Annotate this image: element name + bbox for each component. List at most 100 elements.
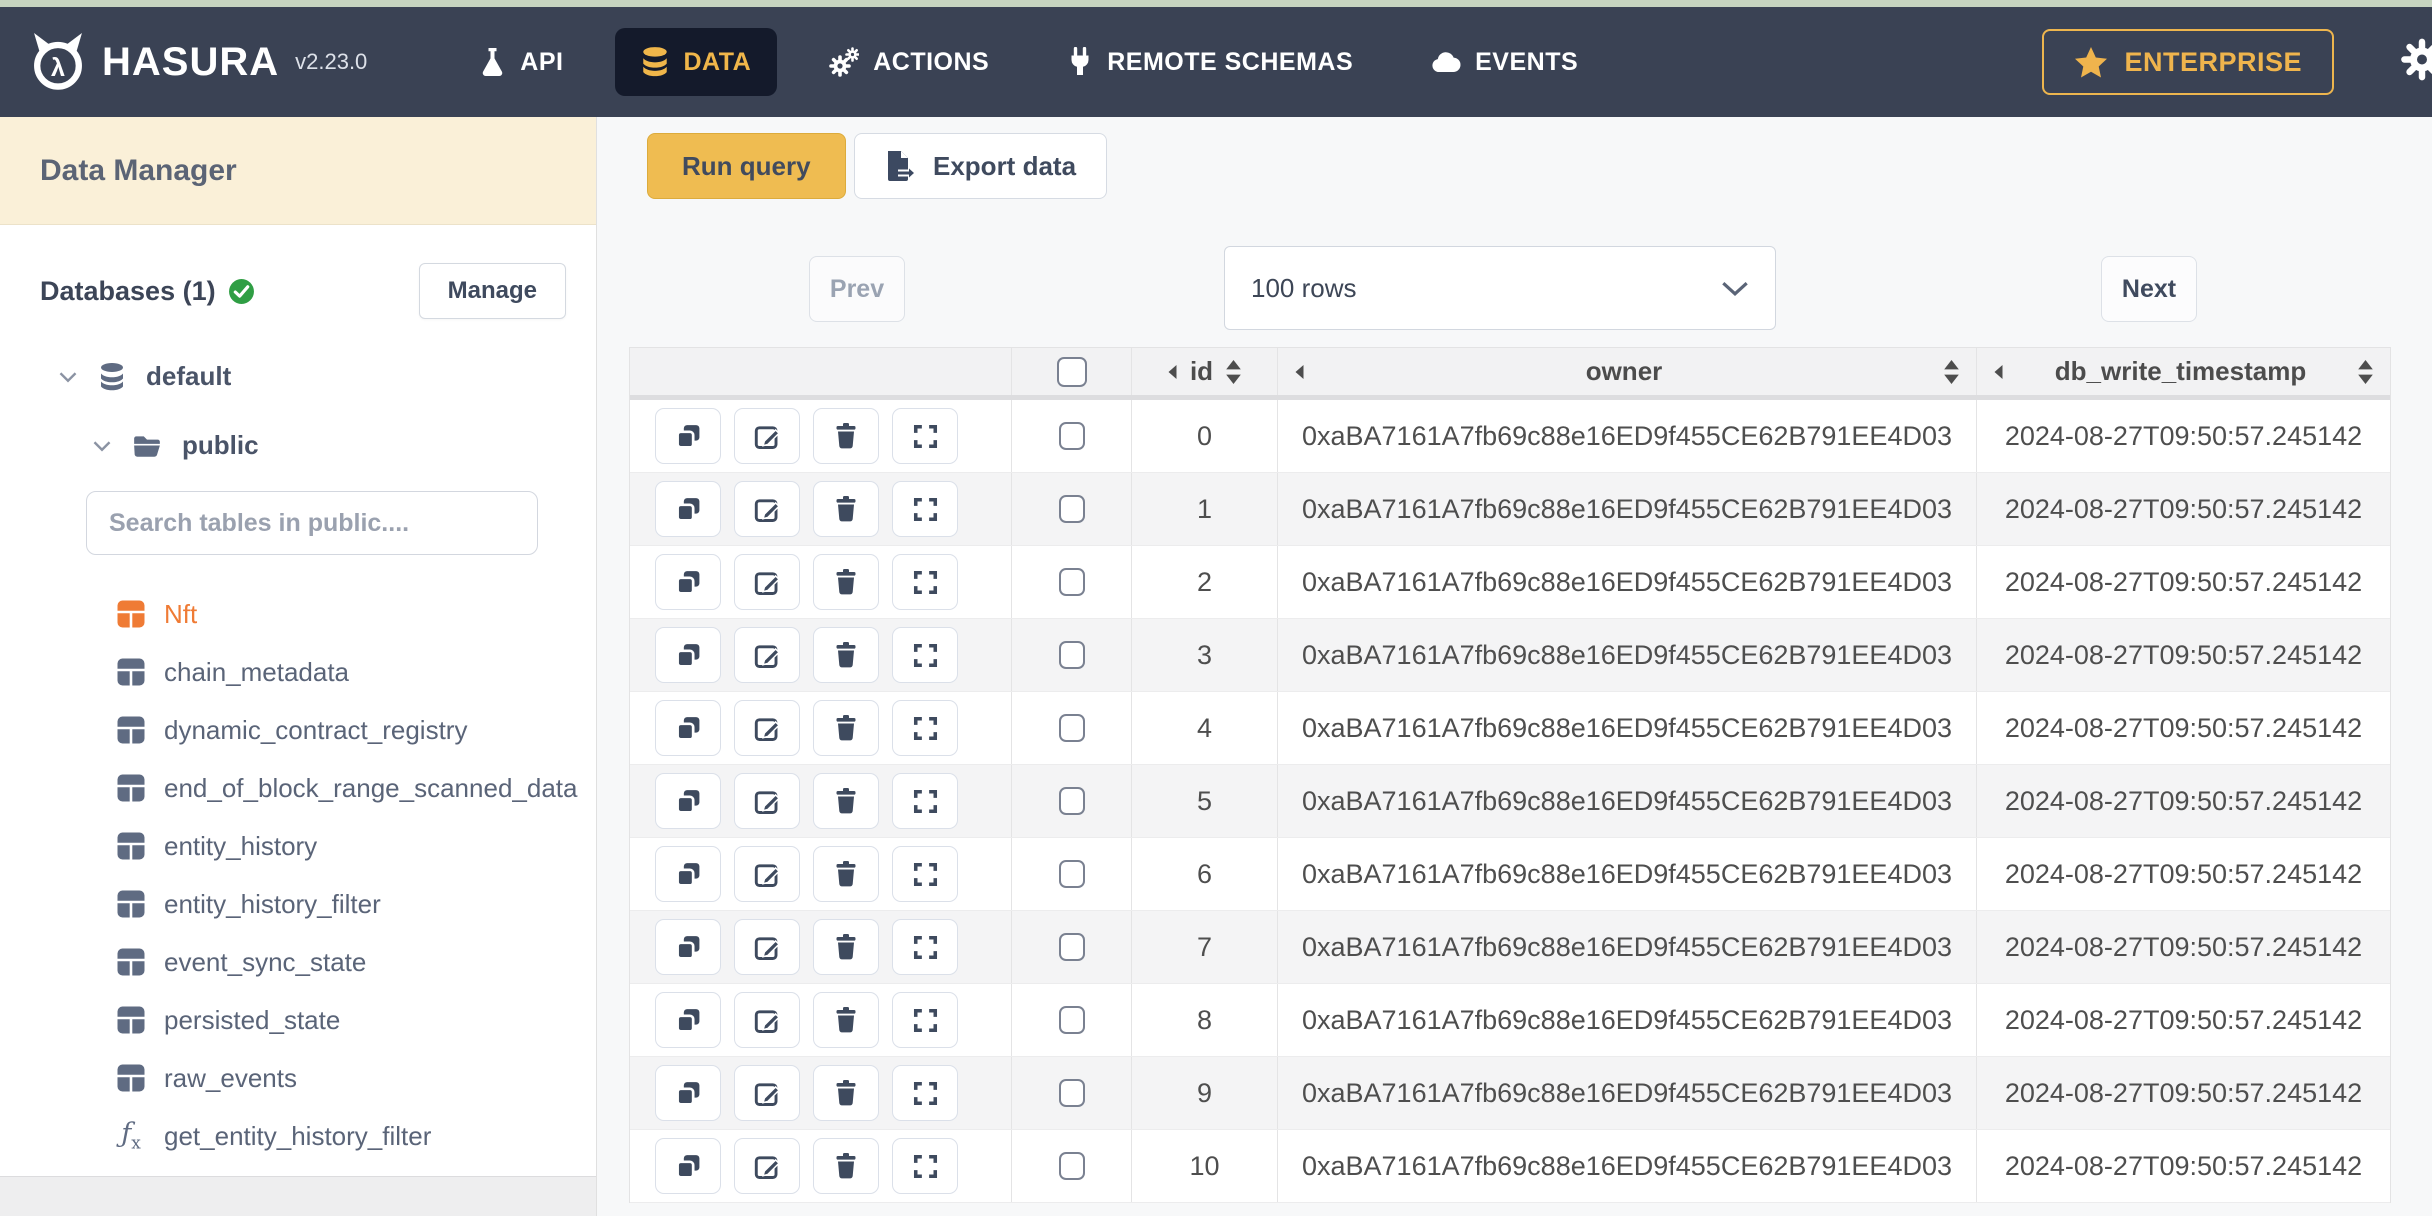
sidebar-table-item[interactable]: ƒx Nft bbox=[0, 585, 596, 643]
edit-row-button[interactable] bbox=[734, 554, 800, 610]
expand-row-button[interactable] bbox=[892, 773, 958, 829]
tree-node-database[interactable]: default bbox=[58, 361, 596, 392]
clone-row-button[interactable] bbox=[655, 773, 721, 829]
expand-row-button[interactable] bbox=[892, 1138, 958, 1194]
row-checkbox[interactable] bbox=[1058, 860, 1085, 888]
clone-row-button[interactable] bbox=[655, 481, 721, 537]
copy-icon bbox=[675, 570, 699, 595]
edit-row-button[interactable] bbox=[734, 1065, 800, 1121]
expand-row-button[interactable] bbox=[892, 627, 958, 683]
sidebar-table-item[interactable]: ƒx raw_events bbox=[0, 1049, 596, 1107]
edit-row-button[interactable] bbox=[734, 481, 800, 537]
search-input[interactable] bbox=[86, 491, 538, 555]
delete-row-button[interactable] bbox=[813, 1065, 879, 1121]
next-page-button[interactable]: Next bbox=[2101, 256, 2197, 322]
clone-row-button[interactable] bbox=[655, 554, 721, 610]
prev-page-button[interactable]: Prev bbox=[809, 256, 905, 322]
clone-row-button[interactable] bbox=[655, 627, 721, 683]
clone-row-button[interactable] bbox=[655, 700, 721, 756]
run-query-button[interactable]: Run query bbox=[647, 133, 846, 199]
expand-row-button[interactable] bbox=[892, 1065, 958, 1121]
row-checkbox[interactable] bbox=[1058, 641, 1085, 669]
tree-node-schema[interactable]: public bbox=[92, 430, 596, 461]
edit-row-button[interactable] bbox=[734, 919, 800, 975]
edit-row-button[interactable] bbox=[734, 627, 800, 683]
tab-remote-schemas[interactable]: REMOTE SCHEMAS bbox=[1041, 28, 1379, 96]
edit-row-button[interactable] bbox=[734, 408, 800, 464]
expand-row-button[interactable] bbox=[892, 554, 958, 610]
expand-row-button[interactable] bbox=[892, 919, 958, 975]
delete-row-button[interactable] bbox=[813, 627, 879, 683]
tab-actions[interactable]: ACTIONS bbox=[803, 28, 1015, 96]
sidebar-table-item[interactable]: ƒx entity_history_filter bbox=[0, 875, 596, 933]
expand-row-button[interactable] bbox=[892, 992, 958, 1048]
row-checkbox[interactable] bbox=[1058, 422, 1085, 450]
delete-row-button[interactable] bbox=[813, 1138, 879, 1194]
row-checkbox[interactable] bbox=[1058, 568, 1085, 596]
sidebar-table-item[interactable]: ƒx event_sync_state bbox=[0, 933, 596, 991]
header-id[interactable]: id bbox=[1132, 348, 1278, 395]
edit-row-button[interactable] bbox=[734, 773, 800, 829]
edit-icon bbox=[754, 1155, 780, 1179]
hasura-logo[interactable]: λ HASURA bbox=[30, 33, 279, 91]
table-row: 0 0xaBA7161A7fb69c88e16ED9f455CE62B791EE… bbox=[630, 400, 2390, 473]
collapse-column-icon[interactable] bbox=[1993, 364, 2004, 380]
edit-row-button[interactable] bbox=[734, 1138, 800, 1194]
row-checkbox[interactable] bbox=[1058, 787, 1085, 815]
expand-row-button[interactable] bbox=[892, 481, 958, 537]
tab-data[interactable]: DATA bbox=[615, 28, 778, 96]
delete-row-button[interactable] bbox=[813, 773, 879, 829]
collapse-column-icon[interactable] bbox=[1167, 364, 1178, 380]
edit-icon bbox=[754, 644, 780, 668]
tab-events[interactable]: EVENTS bbox=[1405, 28, 1604, 96]
rows-per-page-select[interactable]: 100 rows bbox=[1224, 246, 1776, 330]
settings-gear-icon[interactable] bbox=[2400, 38, 2432, 87]
collapse-column-icon[interactable] bbox=[1294, 364, 1305, 380]
edit-row-button[interactable] bbox=[734, 846, 800, 902]
delete-row-button[interactable] bbox=[813, 846, 879, 902]
row-checkbox[interactable] bbox=[1058, 1152, 1085, 1180]
export-data-button[interactable]: Export data bbox=[854, 133, 1108, 199]
expand-row-button[interactable] bbox=[892, 700, 958, 756]
tab-api[interactable]: API bbox=[453, 28, 589, 96]
delete-row-button[interactable] bbox=[813, 992, 879, 1048]
delete-row-button[interactable] bbox=[813, 554, 879, 610]
clone-row-button[interactable] bbox=[655, 846, 721, 902]
clone-row-button[interactable] bbox=[655, 919, 721, 975]
sort-icon[interactable] bbox=[2357, 359, 2374, 384]
clone-row-button[interactable] bbox=[655, 992, 721, 1048]
delete-row-button[interactable] bbox=[813, 919, 879, 975]
row-checkbox[interactable] bbox=[1058, 1079, 1085, 1107]
sidebar-scrollbar-track[interactable] bbox=[0, 1176, 596, 1216]
expand-row-button[interactable] bbox=[892, 408, 958, 464]
row-checkbox[interactable] bbox=[1058, 933, 1085, 961]
sidebar-table-item[interactable]: ƒx chain_metadata bbox=[0, 643, 596, 701]
delete-row-button[interactable] bbox=[813, 408, 879, 464]
expand-row-button[interactable] bbox=[892, 846, 958, 902]
sidebar-table-item[interactable]: ƒx end_of_block_range_scanned_data bbox=[0, 759, 596, 817]
select-all-checkbox[interactable] bbox=[1056, 356, 1087, 387]
clone-row-button[interactable] bbox=[655, 1065, 721, 1121]
sidebar-table-item[interactable]: ƒx get_entity_history_filter bbox=[0, 1107, 596, 1165]
edit-row-button[interactable] bbox=[734, 992, 800, 1048]
row-actions bbox=[630, 619, 1012, 691]
expand-icon bbox=[913, 862, 937, 886]
sort-icon[interactable] bbox=[1943, 359, 1960, 384]
expand-icon bbox=[913, 789, 937, 813]
sidebar-table-item[interactable]: ƒx persisted_state bbox=[0, 991, 596, 1049]
sidebar-table-item[interactable]: ƒx entity_history bbox=[0, 817, 596, 875]
header-owner[interactable]: owner bbox=[1278, 348, 1977, 395]
row-checkbox[interactable] bbox=[1058, 1006, 1085, 1034]
enterprise-button[interactable]: ENTERPRISE bbox=[2042, 29, 2334, 95]
clone-row-button[interactable] bbox=[655, 1138, 721, 1194]
sort-icon[interactable] bbox=[1225, 359, 1242, 384]
delete-row-button[interactable] bbox=[813, 481, 879, 537]
manage-button[interactable]: Manage bbox=[418, 263, 566, 319]
header-db-write-timestamp[interactable]: db_write_timestamp bbox=[1977, 348, 2390, 395]
sidebar-table-item[interactable]: ƒx dynamic_contract_registry bbox=[0, 701, 596, 759]
clone-row-button[interactable] bbox=[655, 408, 721, 464]
delete-row-button[interactable] bbox=[813, 700, 879, 756]
row-checkbox[interactable] bbox=[1058, 714, 1085, 742]
row-checkbox[interactable] bbox=[1058, 495, 1085, 523]
edit-row-button[interactable] bbox=[734, 700, 800, 756]
